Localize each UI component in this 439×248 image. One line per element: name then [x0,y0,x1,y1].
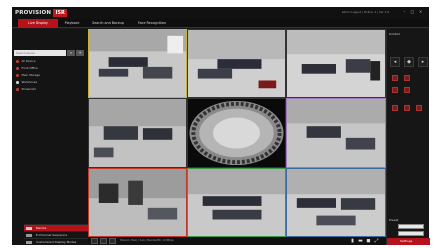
camera-view-7[interactable] [88,168,187,237]
brand-logo: PROVISION ISR [15,9,68,17]
camera-view-4[interactable] [88,98,187,168]
status-dot [16,60,19,63]
camera-view-6[interactable] [286,98,386,168]
menu-customized-display[interactable]: Customized Display Modes [24,238,88,245]
main-tabs: Live Display Playback Search and Backup … [12,19,429,28]
device-panel: ⌕ + All Device Front Office Main Storage… [12,29,88,245]
speed-fast-icon[interactable] [404,87,410,93]
tree-item[interactable]: Front Office [16,66,38,71]
control-title: Control [389,32,400,36]
tree-item[interactable]: Main Storage [16,73,40,78]
settings-button[interactable]: Settings [387,238,430,245]
tree-item-label: Warehouse [21,80,38,84]
menu-label: Customized Display Modes [36,240,77,244]
zoom-out-icon[interactable] [404,105,410,111]
tree-item[interactable]: Warehouse [16,80,37,85]
preset-select[interactable] [398,231,424,236]
control-panel: Control ◂ ◆ ▸ Preset Settings [386,29,430,245]
device-icon [26,227,32,230]
user-info[interactable]: admin Logout | Online: 1 | Ver 1.0 [342,10,389,14]
fullscreen-icon[interactable]: ⤢ [374,238,379,244]
tab-search-backup[interactable]: Search and Backup [86,19,130,28]
tab-playback[interactable]: Playback [60,19,84,28]
camera-view-2[interactable] [187,29,286,98]
title-bar: PROVISION ISR admin Logout | Online: 1 |… [12,7,429,19]
stream-status: Stream: Main / Sub | Bandwidth: 0.0Mbps [120,239,174,242]
live-video-grid [88,29,386,237]
display-mode-icon [26,241,32,244]
status-dot [16,74,19,77]
ptz-home-icon[interactable]: ◆ [404,57,414,67]
tab-live-display[interactable]: Live Display [18,19,58,28]
tree-item-label: Front Office [21,66,38,70]
tab-face-recognition[interactable]: Face Recognition [132,19,172,28]
search-input[interactable] [14,50,66,56]
search-button[interactable]: ⌕ [67,50,75,56]
camera-view-8[interactable] [187,168,286,237]
add-device-button[interactable]: + [76,50,84,56]
status-dot [16,88,19,91]
tree-item-label: Main Storage [21,73,41,77]
maximize-icon[interactable]: □ [410,9,415,14]
layout-1x1-button[interactable] [91,238,98,244]
camera-view-5-fisheye[interactable] [187,98,286,168]
status-dot [16,67,19,70]
ptz-left-icon[interactable]: ◂ [390,57,400,67]
tree-item[interactable]: Showroom [16,87,36,92]
menu-e-channel-sequence[interactable]: E-Channel Sequence [24,231,88,238]
snapshot-icon[interactable]: ◼ [366,238,371,244]
tree-item[interactable]: All Device [16,59,35,64]
menu-label: Device [36,226,47,230]
preset-label: Preset [389,218,399,222]
close-icon[interactable]: × [418,9,423,14]
logo-badge: ISR [53,9,68,17]
alarm-icon[interactable] [392,75,398,81]
tree-item-label: All Device [21,59,36,63]
focus-icon[interactable] [416,105,422,111]
zoom-in-icon[interactable] [392,105,398,111]
camera-view-9[interactable] [286,168,386,237]
audio-icon[interactable] [404,75,410,81]
layout-3x3-button[interactable] [109,238,116,244]
sequence-icon [26,234,32,237]
status-dot [16,81,19,84]
record-icon[interactable]: ▬ [358,238,363,244]
camera-view-1[interactable] [88,29,187,98]
lock-icon[interactable]: ▮ [350,238,355,244]
layout-2x2-button[interactable] [100,238,107,244]
ptz-right-icon[interactable]: ▸ [418,57,428,67]
speed-slow-icon[interactable] [392,87,398,93]
minimize-icon[interactable]: – [402,9,407,14]
menu-device[interactable]: Device [24,224,88,231]
grid-toolbar: Stream: Main / Sub | Bandwidth: 0.0Mbps … [88,237,386,245]
tree-item-label: Showroom [21,87,37,91]
menu-label: E-Channel Sequence [36,233,68,237]
camera-view-3[interactable] [286,29,386,98]
nvr-client-window: PROVISION ISR admin Logout | Online: 1 |… [12,7,430,245]
logo-text: PROVISION [15,10,52,16]
preset-field[interactable] [398,224,424,229]
